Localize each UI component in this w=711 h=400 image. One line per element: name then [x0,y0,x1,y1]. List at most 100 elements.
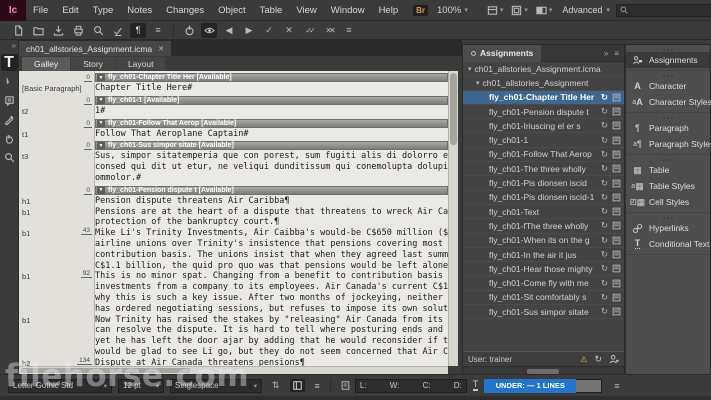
copyfit-extra-field[interactable] [576,378,603,393]
scrollbar-thumb[interactable] [450,73,457,145]
story-frame-icon[interactable] [612,192,621,203]
update-story-icon[interactable]: ↻ [601,220,608,231]
story-frame-icon[interactable] [612,292,621,303]
dock-item-paragraph[interactable]: ¶ Paragraph [626,120,710,136]
position-tool[interactable] [1,73,18,90]
zoom-tool[interactable] [1,149,18,166]
menu-table[interactable]: Table [253,0,290,21]
menu-object[interactable]: Object [211,0,252,21]
zoom-level-dropdown[interactable]: 100% ▾ [432,5,473,16]
assignment-story[interactable]: fly_ch01-Sus simpor sitate ↻ [463,305,624,320]
paragraph-text[interactable]: Dispute at Air Canada threatens pensions… [95,358,448,366]
menu-window[interactable]: Window [324,0,372,21]
line-spacing-icon[interactable]: ⇅ [272,380,280,391]
story-frame-icon[interactable] [612,106,621,117]
paragraph-text[interactable]: Follow That Aeroplane Captain# [95,129,448,140]
update-story-icon[interactable]: ↻ [601,178,608,189]
story-frame-icon[interactable] [612,249,621,260]
frame-view-dropdown[interactable]: ▾ [507,5,532,16]
previous-change-button[interactable]: ◀ [221,23,237,38]
note-tool[interactable] [1,92,18,109]
menu-file[interactable]: File [26,0,55,21]
dock-item-cell-styles[interactable]: ◰ ▦ Cell Styles [626,194,710,210]
story-frame-icon[interactable] [612,135,621,146]
assignments-panel-tab[interactable]: Assignments [463,44,542,62]
dock-item-character-styles[interactable]: a A Character Styles [626,94,711,110]
story-frame-icon[interactable] [612,178,621,189]
find-button[interactable] [90,23,106,38]
user-icon[interactable] [609,354,619,364]
dock-item-table[interactable]: ▦ Table [626,162,710,178]
update-story-icon[interactable]: ↻ [601,92,608,103]
update-story-icon[interactable]: ↻ [601,249,608,260]
story-frame-icon[interactable] [612,206,621,217]
assignment-story[interactable]: fly_ch01-In the air it jus ↻ [463,248,624,263]
track-menu-button[interactable]: ≡ [341,23,357,38]
galley-info-toggle-icon[interactable] [289,379,305,392]
panel-menu-button[interactable]: ≡ [150,23,166,38]
accept-change-button[interactable]: ✓ [261,23,277,38]
collapse-story-icon[interactable]: ▼ [97,142,105,150]
update-story-icon[interactable]: ↻ [601,263,608,274]
workspace-switcher[interactable]: Advanced ▾ [556,5,616,15]
story-header-bar[interactable]: ▼ fly_ch01-1 [Available] [95,95,448,105]
story-frame-icon[interactable] [612,120,621,131]
story-header-bar[interactable]: ▼ fly_ch01-Follow That Aerop [Available] [95,118,448,128]
vertical-scrollbar[interactable] [448,71,458,366]
galley-view[interactable]: 0 ▼ fly_ch01-Chapter Title Her [Available]… [19,71,448,366]
assignment-story[interactable]: fly_ch01-Sit comfortably s ↻ [463,291,624,306]
story-frame-icon[interactable] [612,92,621,103]
dock-item-conditional-text[interactable]: T Conditional Text [626,236,710,252]
story-frame-icon[interactable] [612,220,621,231]
collapse-story-icon[interactable]: ▼ [97,96,105,104]
save-content-button[interactable] [50,23,66,38]
dock-item-hyperlinks[interactable]: Hyperlinks [626,220,710,236]
update-story-icon[interactable]: ↻ [601,135,608,146]
assignment-story[interactable]: fly_ch01-When its on the g ↻ [463,234,624,248]
next-change-button[interactable]: ▶ [241,23,257,38]
twirl-down-icon[interactable]: ▾ [468,65,472,73]
collapse-story-icon[interactable]: ▼ [97,119,105,127]
story-frame-icon[interactable] [612,278,621,289]
assignment-group[interactable]: ▾ ch01_allstories_Assignment [463,76,624,91]
accept-all-changes-button[interactable]: ✓✓ [301,23,317,38]
search-input[interactable] [630,5,711,15]
scrollbar-thumb[interactable] [21,368,191,373]
menu-edit[interactable]: Edit [55,0,85,21]
assignment-story[interactable]: fly_ch01-1 ↻ [463,133,624,148]
paragraph-text[interactable]: Now Trinity has raised the stakes by "re… [95,315,448,358]
show-hidden-characters-button[interactable]: ¶ [130,22,146,38]
story-header-bar[interactable]: ▼ fly_ch01-Sus simpor sitate [Available] [95,141,448,151]
paragraph-text[interactable]: This is no minor spat. Changing from a b… [95,271,448,314]
paragraph-text[interactable]: Mike Li's Trinity Investments, Air Caibb… [95,228,448,271]
assignment-story[interactable]: fly_ch01-Follow That Aerop ↻ [463,148,624,163]
search-box[interactable] [615,3,711,17]
bridge-icon[interactable]: Br [413,4,428,16]
assignment-story[interactable]: fly_ch01-Hear those mighty ↻ [463,262,624,277]
print-button[interactable] [70,23,86,38]
menu-help[interactable]: Help [372,0,406,21]
assignment-story[interactable]: fly_ch01-Iriuscing el er s ↻ [463,119,624,134]
document-tab[interactable]: ch01_allstories_Assignment.icma ✕ [19,41,172,56]
assignment-story[interactable]: fly_ch01-Come fly with me ↻ [463,276,624,291]
screen-mode-dropdown[interactable]: ▾ [532,5,557,16]
line-spacing-select[interactable]: Singlespace ▾ [170,378,262,393]
update-story-icon[interactable]: ↻ [601,235,608,246]
dock-item-assignments[interactable]: Assignments [626,52,710,68]
twirl-down-icon[interactable]: ▾ [476,79,480,87]
paragraph-text[interactable]: Sus, simpor sitatemperia que con porest,… [95,151,448,183]
dock-item-character[interactable]: A Character [626,78,710,94]
paragraph-text[interactable]: 1# [95,106,448,117]
refresh-icon[interactable]: ↻ [594,354,602,365]
eyedropper-tool[interactable] [1,111,18,128]
paragraph-text[interactable]: Chapter Title Here# [95,83,448,94]
assignment-story[interactable]: fly_ch01-Pis dionsen iscid-1 ↻ [463,191,624,205]
update-story-icon[interactable]: ↻ [601,192,608,203]
new-document-button[interactable] [10,23,26,38]
view-options-dropdown[interactable]: ▾ [483,5,508,16]
assignment-story[interactable]: fly_ch01-The three wholly ↻ [463,162,624,177]
story-frame-icon[interactable] [612,263,621,274]
preview-button[interactable] [201,22,217,38]
font-size-select[interactable]: 12 pt ▾ [118,378,164,393]
tab-layout[interactable]: Layout [115,57,166,71]
